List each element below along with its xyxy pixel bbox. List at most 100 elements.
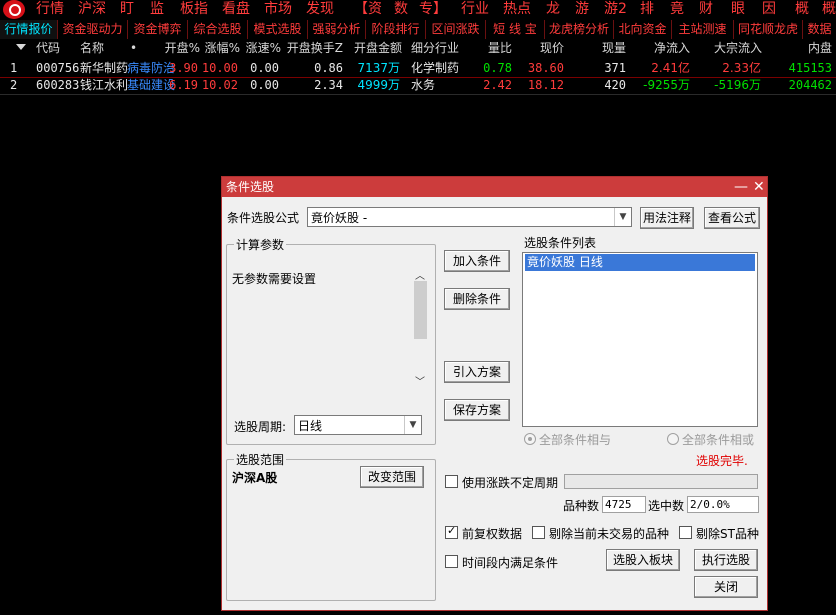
menu-item[interactable]: 行业 bbox=[461, 0, 489, 18]
scroll-thumb[interactable] bbox=[414, 281, 427, 339]
column-header[interactable]: • bbox=[130, 40, 140, 57]
column-header[interactable]: 开盘% bbox=[150, 40, 200, 57]
chevron-down-icon[interactable]: ▼ bbox=[614, 208, 631, 226]
close-button[interactable]: 关闭 bbox=[694, 576, 758, 598]
menu-item[interactable]: 眼 bbox=[731, 0, 745, 18]
radio-and-label: 全部条件相与 bbox=[539, 433, 612, 447]
chevron-down-icon[interactable]: ▼ bbox=[404, 416, 421, 434]
exclude-untraded-checkbox[interactable] bbox=[532, 526, 545, 539]
radio-and[interactable] bbox=[524, 433, 536, 445]
menu-item[interactable]: 沪深 bbox=[78, 0, 106, 18]
uncertain-period-checkbox[interactable] bbox=[445, 475, 458, 488]
cell-code: 000756 bbox=[36, 61, 80, 75]
app-logo-icon[interactable] bbox=[3, 0, 25, 19]
formula-select[interactable]: 竟价妖股 - ▼ bbox=[307, 207, 632, 227]
column-header[interactable]: 净流入 bbox=[640, 40, 690, 57]
row-divider bbox=[0, 94, 836, 95]
menu-item[interactable]: 财 bbox=[699, 0, 713, 18]
cell-name: 新华制药 bbox=[80, 61, 129, 75]
scroll-up-icon[interactable]: ︿ bbox=[415, 267, 425, 282]
period-select[interactable]: 日线 ▼ bbox=[294, 415, 422, 435]
column-header[interactable]: 细分行业 bbox=[411, 40, 471, 57]
column-header[interactable]: 内盘 bbox=[780, 40, 832, 57]
radio-or[interactable] bbox=[667, 433, 679, 445]
params-scrollbar[interactable]: ︿ ﹀ bbox=[413, 265, 428, 389]
column-header[interactable]: 开盘换手Z bbox=[285, 40, 343, 57]
menu-item[interactable]: 【资 bbox=[354, 0, 382, 18]
column-header[interactable]: 代码 bbox=[36, 40, 76, 57]
tab-item[interactable]: 数据 bbox=[803, 20, 836, 39]
table-row[interactable]: 2 600283 钱江水利 基础建设 6.19 10.02 0.00 2.34 4999万 水务 2… bbox=[0, 77, 836, 94]
delete-condition-button[interactable]: 删除条件 bbox=[444, 288, 510, 310]
cell-speed: 0.00 bbox=[250, 61, 279, 75]
list-item[interactable]: 竟价妖股 日线 bbox=[525, 254, 755, 271]
column-header[interactable]: 现价 bbox=[520, 40, 564, 57]
cell-chg: 10.02 bbox=[201, 78, 238, 92]
tab-item[interactable]: 行情报价 bbox=[0, 20, 58, 39]
column-header[interactable]: 名称 bbox=[80, 40, 120, 57]
menu-item[interactable]: 概 bbox=[795, 0, 809, 18]
menu-item[interactable]: 游2 bbox=[604, 0, 627, 18]
sort-arrow-icon[interactable] bbox=[16, 44, 26, 50]
tab-item[interactable]: 阶段排行 bbox=[366, 20, 426, 39]
column-header[interactable]: 开盘金额 bbox=[350, 40, 402, 57]
view-formula-button[interactable]: 查看公式 bbox=[704, 207, 760, 229]
menu-item[interactable]: 监 bbox=[150, 0, 164, 18]
tab-item[interactable]: 北向资金 bbox=[614, 20, 672, 39]
column-header[interactable]: 现量 bbox=[586, 40, 626, 57]
usage-note-button[interactable]: 用法注释 bbox=[640, 207, 694, 229]
tab-item[interactable]: 同花顺龙虎 bbox=[734, 20, 803, 39]
tab-item[interactable]: 主站测速 bbox=[672, 20, 734, 39]
menu-item[interactable]: 发现 bbox=[306, 0, 334, 18]
cell-vol-ratio: 2.42 bbox=[483, 78, 512, 92]
menu-item[interactable]: 概 bbox=[822, 0, 836, 18]
close-icon[interactable]: ✕ bbox=[753, 177, 765, 197]
change-range-button[interactable]: 改变范围 bbox=[360, 466, 424, 488]
menu-item[interactable]: 板指 bbox=[180, 0, 208, 18]
minimize-icon[interactable]: — bbox=[734, 177, 748, 197]
tab-item[interactable]: 区间涨跌 bbox=[426, 20, 486, 39]
tab-item[interactable]: 模式选股 bbox=[248, 20, 308, 39]
add-condition-button[interactable]: 加入条件 bbox=[444, 250, 510, 272]
menu-item[interactable]: 专】 bbox=[419, 0, 447, 18]
menu-item[interactable]: 因 bbox=[762, 0, 776, 18]
range-value: 沪深A股 bbox=[232, 471, 278, 485]
menu-item[interactable]: 热点 bbox=[503, 0, 531, 18]
table-row[interactable]: 1 000756 新华制药 病毒防治 3.90 10.00 0.00 0.86 7137万 化学制… bbox=[0, 60, 836, 77]
cell-speed: 0.00 bbox=[250, 78, 279, 92]
run-select-button[interactable]: 执行选股 bbox=[694, 549, 758, 571]
tab-item[interactable]: 短 线 宝 bbox=[486, 20, 545, 39]
to-block-button[interactable]: 选股入板块 bbox=[606, 549, 680, 571]
tab-item[interactable]: 综合选股 bbox=[188, 20, 248, 39]
column-header[interactable]: 涨速% bbox=[245, 40, 281, 57]
menu-item[interactable]: 竟 bbox=[670, 0, 684, 18]
period-satisfy-checkbox[interactable] bbox=[445, 555, 458, 568]
fq-checkbox[interactable]: ✓ bbox=[445, 524, 458, 539]
tab-item[interactable]: 强弱分析 bbox=[308, 20, 366, 39]
import-scheme-button[interactable]: 引入方案 bbox=[444, 361, 510, 383]
scroll-down-icon[interactable]: ﹀ bbox=[415, 373, 425, 388]
menu-item[interactable]: 龙 bbox=[546, 0, 560, 18]
cell-net-in: -9255万 bbox=[643, 78, 690, 92]
formula-label: 条件选股公式 bbox=[227, 211, 300, 225]
tab-item[interactable]: 资金驱动力 bbox=[58, 20, 128, 39]
column-header[interactable]: 涨幅% bbox=[200, 40, 240, 57]
menu-item[interactable]: 行情 bbox=[36, 0, 64, 18]
menu-item[interactable]: 盯 bbox=[120, 0, 134, 18]
formula-select-value: 竟价妖股 - bbox=[311, 211, 368, 225]
column-header[interactable]: 量比 bbox=[478, 40, 512, 57]
cell-industry: 水务 bbox=[411, 78, 436, 92]
menu-item[interactable]: 看盘 bbox=[222, 0, 250, 18]
menu-item[interactable]: 数 bbox=[394, 0, 408, 18]
menu-item[interactable]: 排 bbox=[640, 0, 654, 18]
exclude-st-checkbox[interactable] bbox=[679, 526, 692, 539]
tab-item[interactable]: 资金博弈 bbox=[128, 20, 188, 39]
hit-label: 选中数 bbox=[648, 499, 685, 513]
period-satisfy-label: 时间段内满足条件 bbox=[462, 556, 559, 570]
column-header[interactable]: 大宗流入 bbox=[700, 40, 762, 57]
menu-item[interactable]: 市场 bbox=[264, 0, 292, 18]
menu-item[interactable]: 游 bbox=[575, 0, 589, 18]
tab-item[interactable]: 龙虎榜分析 bbox=[545, 20, 614, 39]
condition-list[interactable]: 竟价妖股 日线 bbox=[522, 252, 758, 427]
save-scheme-button[interactable]: 保存方案 bbox=[444, 399, 510, 421]
